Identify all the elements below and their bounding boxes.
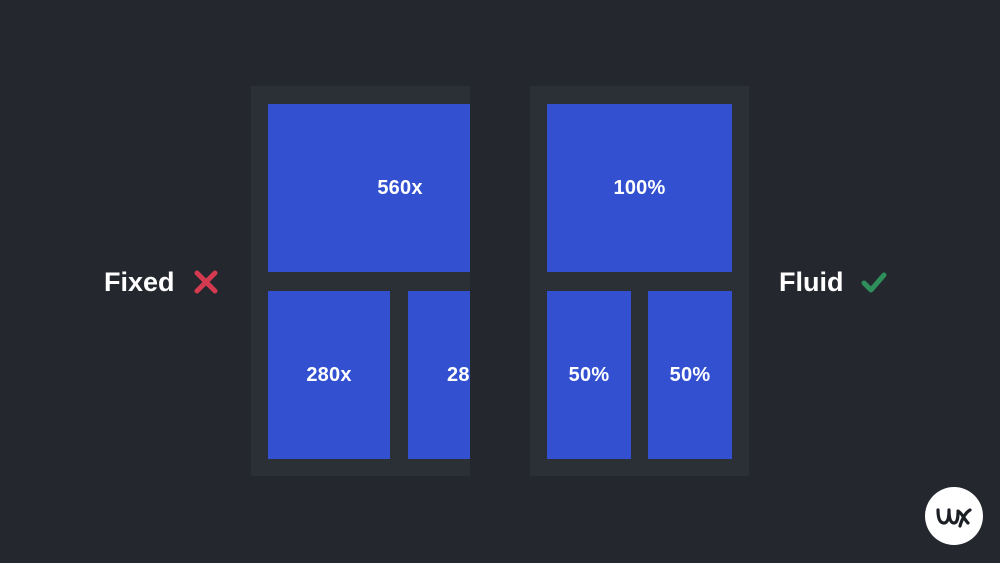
ux-logo (925, 487, 983, 545)
fixed-label-group: Fixed (104, 262, 219, 302)
ux-logo-icon (936, 508, 972, 528)
check-icon (861, 272, 887, 293)
fixed-bottom-right-label: 28 (447, 363, 470, 386)
fixed-top-block-label: 560x (377, 176, 423, 199)
fluid-bottom-right-block: 50% (648, 291, 732, 459)
fluid-bottom-left-label: 50% (568, 363, 610, 386)
cross-icon (194, 270, 218, 294)
fixed-layout-frame: 560x 280x 28 (251, 86, 470, 476)
fixed-top-block: 560x (268, 104, 470, 272)
fluid-top-block: 100% (547, 104, 732, 272)
fixed-bottom-left-block: 280x (268, 291, 390, 459)
diagram-canvas: Fixed 560x 280x 28 100% 50% 50% Fluid (0, 0, 1000, 563)
fluid-bottom-right-label: 50% (669, 363, 711, 386)
fixed-label: Fixed (104, 266, 175, 297)
fluid-label: Fluid (779, 266, 844, 297)
fixed-bottom-left-label: 280x (306, 363, 352, 386)
fluid-top-block-label: 100% (613, 176, 666, 199)
fluid-bottom-left-block: 50% (547, 291, 631, 459)
fluid-label-group: Fluid (779, 262, 887, 302)
fixed-bottom-right-block: 28 (408, 291, 470, 459)
fluid-layout-frame: 100% 50% 50% (530, 86, 749, 476)
